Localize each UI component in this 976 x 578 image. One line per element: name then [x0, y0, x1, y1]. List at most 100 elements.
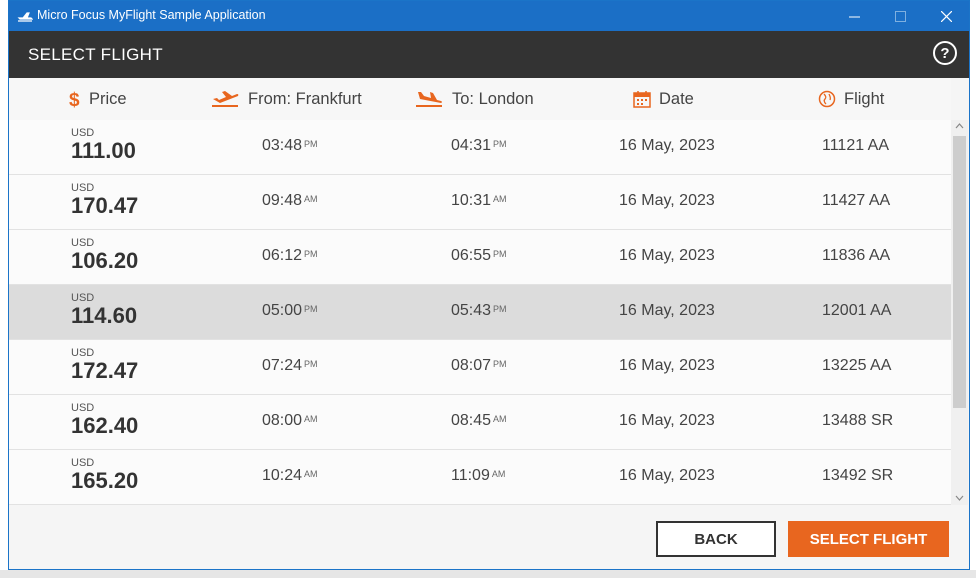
dollar-icon: $ [69, 89, 81, 109]
plane-landing-icon [414, 90, 444, 108]
app-window: Micro Focus MyFlight Sample Application … [8, 0, 970, 570]
column-header-from[interactable]: From: Frankfurt [210, 78, 362, 120]
arrival-ampm: AM [493, 194, 507, 204]
flight-row[interactable]: USD 172.47 07:24 PM 08:07 PM 16 May, 2023 … [9, 340, 951, 395]
flight-date: 16 May, 2023 [619, 467, 715, 484]
arrival-time: 10:31 AM [451, 192, 507, 210]
departure-ampm: AM [304, 194, 318, 204]
arrival-time-value: 05:43 [451, 302, 492, 319]
minimize-button[interactable] [831, 1, 877, 31]
departure-ampm: AM [304, 414, 318, 424]
arrival-ampm: AM [491, 469, 506, 479]
departure-ampm: AM [304, 469, 318, 479]
close-icon [940, 10, 952, 22]
departure-time-value: 06:12 [262, 247, 303, 264]
arrival-time: 06:55 PM [451, 247, 507, 265]
scrollbar-thumb[interactable] [953, 136, 966, 408]
scroll-up-icon[interactable] [955, 122, 964, 131]
price-cell: USD 165.20 [71, 458, 138, 493]
price-amount: 114.60 [71, 303, 138, 328]
departure-ampm: PM [304, 359, 318, 369]
page-title: SELECT FLIGHT [28, 45, 163, 64]
departure-ampm: PM [304, 249, 318, 259]
column-header-price[interactable]: $ Price [69, 78, 127, 120]
svg-text:$: $ [69, 90, 80, 109]
departure-time-value: 05:00 [262, 302, 303, 319]
column-header-date[interactable]: Date [633, 78, 694, 120]
flight-number: 11427 AA [822, 192, 891, 209]
arrival-time-value: 11:09 [451, 467, 490, 484]
departure-time: 08:00 AM [262, 412, 318, 430]
column-header-to[interactable]: To: London [414, 78, 534, 120]
vertical-scrollbar[interactable] [951, 120, 968, 505]
price-amount: 162.40 [71, 413, 139, 438]
page-header: SELECT FLIGHT ? [9, 31, 969, 78]
arrival-time-value: 04:31 [451, 137, 492, 154]
scroll-down-icon[interactable] [955, 493, 964, 502]
price-amount: 170.47 [71, 193, 139, 218]
close-button[interactable] [923, 1, 969, 31]
flights-list: USD 111.00 03:48 PM 04:31 PM 16 May, 2023 … [9, 120, 951, 505]
departure-time: 07:24 PM [262, 357, 318, 375]
flight-row[interactable]: USD 111.00 03:48 PM 04:31 PM 16 May, 2023 … [9, 120, 951, 175]
arrival-time-value: 10:31 [451, 192, 492, 209]
departure-time-value: 10:24 [262, 467, 303, 484]
departure-time-value: 07:24 [262, 357, 303, 374]
flight-number: 13225 AA [822, 357, 892, 374]
price-cell: USD 162.40 [71, 403, 138, 438]
plane-app-icon [17, 9, 34, 23]
column-header-flight-label: Flight [844, 89, 885, 108]
arrival-time: 08:45 AM [451, 412, 507, 430]
departure-time: 06:12 PM [262, 247, 318, 265]
column-header-flight[interactable]: Flight [818, 78, 884, 120]
title-bar: Micro Focus MyFlight Sample Application [9, 1, 969, 31]
arrival-time-value: 06:55 [451, 247, 492, 264]
arrival-ampm: PM [493, 249, 507, 259]
flight-row[interactable]: USD 165.20 10:24 AM 11:09 AM 16 May, 2023 … [9, 450, 951, 505]
arrival-time-value: 08:07 [451, 357, 492, 374]
globe-icon [818, 90, 836, 108]
column-header-price-label: Price [89, 89, 127, 108]
flight-row-selected[interactable]: USD 114.60 05:00 PM 05:43 PM 16 May, 2023 … [9, 285, 951, 340]
departure-time: 09:48 AM [262, 192, 318, 210]
departure-time: 05:00 PM [262, 302, 318, 320]
arrival-ampm: PM [493, 139, 507, 149]
help-button[interactable]: ? [933, 41, 957, 65]
price-amount: 165.20 [71, 468, 139, 493]
price-cell: USD 170.47 [71, 183, 138, 218]
column-header-date-label: Date [659, 89, 694, 108]
window-title: Micro Focus MyFlight Sample Application [37, 8, 266, 22]
select-flight-button[interactable]: SELECT FLIGHT [788, 521, 949, 557]
flight-number: 11121 AA [822, 137, 890, 154]
column-headers: $ Price From: Frankfurt To: London Date [9, 78, 951, 121]
arrival-time-value: 08:45 [451, 412, 492, 429]
price-amount: 172.47 [71, 358, 139, 383]
flight-date: 16 May, 2023 [619, 302, 715, 319]
arrival-ampm: AM [493, 414, 507, 424]
departure-time-value: 03:48 [262, 137, 303, 154]
flight-row[interactable]: USD 170.47 09:48 AM 10:31 AM 16 May, 2023 … [9, 175, 951, 230]
footer: BACK SELECT FLIGHT [9, 505, 969, 569]
flight-row[interactable]: USD 162.40 08:00 AM 08:45 AM 16 May, 2023 … [9, 395, 951, 450]
departure-time: 10:24 AM [262, 467, 318, 485]
departure-ampm: PM [304, 304, 318, 314]
flight-row[interactable]: USD 106.20 06:12 PM 06:55 PM 16 May, 2023 … [9, 230, 951, 285]
back-button[interactable]: BACK [656, 521, 776, 557]
plane-takeoff-icon [210, 90, 240, 108]
flight-date: 16 May, 2023 [619, 137, 715, 154]
departure-time-value: 09:48 [262, 192, 303, 209]
arrival-time: 05:43 PM [451, 302, 507, 320]
flight-date: 16 May, 2023 [619, 192, 715, 209]
arrival-time: 04:31 PM [451, 137, 507, 155]
flight-date: 16 May, 2023 [619, 247, 715, 264]
arrival-time: 08:07 PM [451, 357, 507, 375]
column-header-to-label: To: London [452, 89, 534, 108]
price-cell: USD 114.60 [71, 293, 137, 328]
flight-number: 11836 AA [822, 247, 891, 264]
price-amount: 106.20 [71, 248, 139, 273]
flight-number: 13492 SR [822, 467, 894, 484]
maximize-button[interactable] [877, 1, 923, 31]
flight-number: 13488 SR [822, 412, 894, 429]
departure-time-value: 08:00 [262, 412, 303, 429]
price-cell: USD 111.00 [71, 128, 136, 163]
